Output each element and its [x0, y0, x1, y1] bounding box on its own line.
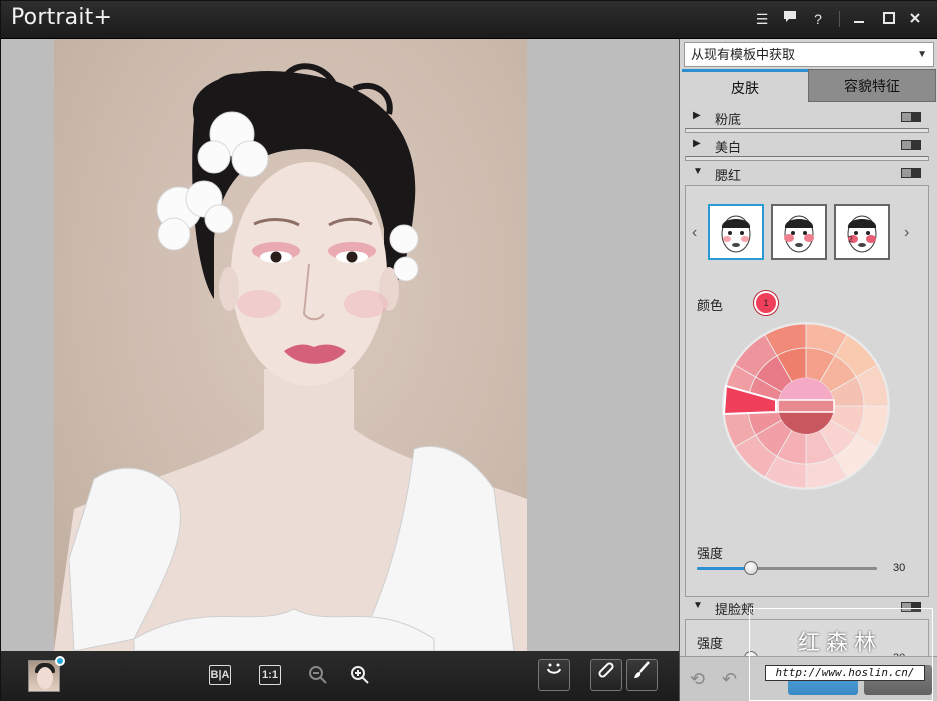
zoom-out-icon[interactable]	[307, 665, 329, 685]
presets-next-icon[interactable]: ›	[904, 224, 909, 242]
app-title: Portrait+	[11, 5, 113, 30]
collapse-arrow-icon: ▼	[693, 166, 703, 177]
list-icon[interactable]: ☰	[753, 10, 771, 28]
feedback-icon[interactable]	[781, 10, 799, 28]
app-window: Portrait+ ☰ ? B|A 1:1 从现有模板中获取 ▼ 皮肤 容貌特征…	[0, 0, 937, 701]
adjustment-panel: 从现有模板中获取 ▼ 皮肤 容貌特征 ▶ 粉底 ▶ 美白 ▼ 腮红 ‹ 2 › …	[679, 39, 937, 701]
help-icon[interactable]: ?	[809, 10, 827, 28]
template-dropdown[interactable]: 从现有模板中获取 ▼	[684, 42, 934, 67]
section-whitening-header[interactable]: ▶ 美白	[685, 134, 929, 156]
brush-icon[interactable]	[626, 659, 658, 691]
slider-handle[interactable]	[744, 561, 758, 575]
maximize-icon[interactable]	[880, 10, 898, 28]
tab-features[interactable]: 容貌特征	[808, 69, 936, 102]
section-divider	[685, 156, 929, 161]
chevron-down-icon: ▼	[917, 49, 927, 60]
watermark: 红森林 http://www.hoslin.cn/	[749, 608, 933, 701]
section-foundation-header[interactable]: ▶ 粉底	[685, 106, 929, 128]
section-label: 美白	[715, 140, 742, 155]
minimize-icon[interactable]	[850, 10, 868, 28]
tab-skin[interactable]: 皮肤	[682, 69, 808, 102]
undo-all-icon[interactable]: ⟲	[690, 669, 705, 690]
watermark-title: 红森林	[798, 631, 883, 656]
slider-fill	[697, 567, 751, 570]
section-divider	[685, 128, 929, 133]
titlebar-divider	[839, 11, 840, 27]
thumbnail-status-dot	[55, 656, 65, 666]
expand-arrow-icon: ▶	[693, 110, 701, 121]
tab-bar: 皮肤 容貌特征	[682, 69, 936, 102]
photo-viewer[interactable]	[1, 39, 679, 651]
presets-prev-icon[interactable]: ‹	[692, 224, 697, 242]
section-toggle[interactable]	[901, 112, 921, 122]
blush-color-label: 颜色	[697, 298, 724, 313]
close-icon[interactable]	[906, 10, 924, 28]
undo-icon[interactable]: ↶	[722, 669, 737, 690]
before-after-button[interactable]: B|A	[209, 665, 231, 685]
face-detect-icon[interactable]	[538, 659, 570, 691]
bandage-icon[interactable]	[590, 659, 622, 691]
section-toggle[interactable]	[901, 140, 921, 150]
section-list: ▶ 粉底 ▶ 美白 ▼ 腮红 ‹ 2 › 颜色 1 强度 30 ▼ 提脸颊 强度	[680, 102, 937, 656]
actual-size-button[interactable]: 1:1	[259, 665, 281, 685]
watermark-url: http://www.hoslin.cn/	[765, 665, 925, 681]
preset-number: 2	[848, 235, 853, 244]
blush-presets: 2	[708, 204, 937, 260]
blush-color-wheel[interactable]	[720, 320, 892, 492]
blush-strength-value: 30	[893, 562, 906, 574]
title-bar: Portrait+ ☰ ?	[1, 1, 937, 39]
blush-preset-1[interactable]	[708, 204, 764, 260]
blush-preset-3[interactable]: 2	[834, 204, 890, 260]
section-label: 粉底	[715, 112, 742, 127]
blush-preset-2[interactable]	[771, 204, 827, 260]
expand-arrow-icon: ▶	[693, 138, 701, 149]
section-blush-header[interactable]: ▼ 腮红	[685, 162, 929, 184]
blush-strength-slider[interactable]	[697, 560, 877, 576]
collapse-arrow-icon: ▼	[693, 600, 703, 611]
zoom-in-icon[interactable]	[349, 665, 371, 685]
bottom-toolbar: B|A 1:1	[1, 651, 679, 701]
photo-thumbnail[interactable]	[28, 660, 60, 692]
section-label: 腮红	[715, 168, 742, 183]
template-dropdown-value: 从现有模板中获取	[691, 47, 796, 62]
blush-color-swatch[interactable]: 1	[754, 291, 778, 315]
section-toggle[interactable]	[901, 168, 921, 178]
portrait-photo[interactable]	[54, 39, 527, 651]
